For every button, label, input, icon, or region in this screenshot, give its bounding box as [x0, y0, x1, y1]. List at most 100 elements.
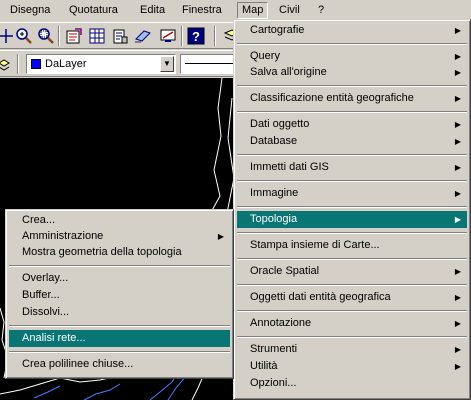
submenu-arrow-icon: ▶ [217, 232, 224, 241]
map-menu-item-stampa-insieme[interactable]: Stampa insieme di Carte... [237, 237, 467, 254]
submenu-arrow-icon: ▶ [454, 94, 461, 103]
submenu-arrow-icon: ▶ [454, 293, 461, 302]
color-combo-value: DaLayer [45, 58, 87, 70]
menu-item-label: Stampa insieme di Carte... [250, 239, 380, 251]
color-combo[interactable]: DaLayer ▼ [26, 54, 176, 74]
menu-edita[interactable]: Edita [136, 2, 169, 19]
menu-bar: Disegna Quotatura Edita Finestra Map Civ… [0, 0, 471, 20]
menu-item-label: Amministrazione [22, 230, 104, 242]
topology-item-crea-polilinee[interactable]: Crea polilinee chiuse... [9, 356, 230, 373]
menu-item-label: Salva all'origine [250, 66, 327, 78]
toolbar-separator [214, 26, 216, 46]
linetype-combo[interactable] [180, 54, 240, 74]
map-menu: Cartografie ▶ Query ▶ Salva all'origine ▶ C… [233, 19, 471, 400]
menu-item-label: Topologia [250, 213, 298, 225]
submenu-arrow-icon: ▶ [454, 267, 461, 276]
make-object-layer-icon[interactable] [0, 54, 14, 74]
map-menu-item-dati-oggetto[interactable]: Dati oggetto ▶ [237, 116, 467, 133]
menu-item-label: Utilità [250, 360, 278, 372]
submenu-arrow-icon: ▶ [454, 319, 461, 328]
design-center-icon[interactable] [87, 26, 107, 46]
menu-item-label: Cartografie [250, 24, 305, 36]
publish-icon[interactable] [133, 26, 153, 46]
menu-separator [237, 258, 467, 260]
map-menu-item-oggetti-dati[interactable]: Oggetti dati entità geografica ▶ [237, 289, 467, 306]
map-menu-item-database[interactable]: Database ▶ [237, 133, 467, 150]
map-menu-item-utilita[interactable]: Utilità ▶ [237, 358, 467, 375]
tool-palettes-icon[interactable] [110, 26, 130, 46]
menu-map[interactable]: Map [237, 2, 269, 19]
menu-separator [237, 180, 467, 182]
map-menu-item-immetti-dati-gis[interactable]: Immetti dati GIS ▶ [237, 159, 467, 176]
topology-item-mostra-geometria[interactable]: Mostra geometria della topologia [9, 244, 230, 261]
submenu-arrow-icon: ▶ [454, 345, 461, 354]
submenu-arrow-icon: ▶ [454, 137, 461, 146]
submenu-arrow-icon: ▶ [454, 215, 461, 224]
properties-toolbar: DaLayer ▼ [0, 50, 240, 77]
menu-item-label: Database [250, 135, 298, 147]
menu-item-label: Annotazione [250, 317, 312, 329]
menu-finestra[interactable]: Finestra [178, 2, 226, 19]
topology-item-analisi-rete[interactable]: Analisi rete... [9, 330, 230, 347]
menu-item-label: Oracle Spatial [250, 265, 320, 277]
help-icon[interactable]: ? [186, 26, 206, 46]
submenu-arrow-icon: ▶ [454, 68, 461, 77]
submenu-arrow-icon: ▶ [454, 163, 461, 172]
menu-disegna[interactable]: Disegna [6, 2, 54, 19]
topology-item-overlay[interactable]: Overlay... [9, 270, 230, 287]
topology-item-crea[interactable]: Crea... [9, 212, 230, 229]
menu-item-label: Dissolvi... [22, 306, 70, 318]
map-menu-item-strumenti[interactable]: Strumenti ▶ [237, 341, 467, 358]
menu-separator [237, 85, 467, 87]
menu-separator [9, 351, 230, 353]
map-menu-item-classificazione[interactable]: Classificazione entità geografiche ▶ [237, 90, 467, 107]
zoom-realtime-icon[interactable] [14, 26, 34, 46]
chevron-down-icon[interactable]: ▼ [160, 56, 174, 72]
menu-item-label: Strumenti [250, 343, 298, 355]
menu-help[interactable]: ? [314, 2, 328, 19]
map-menu-item-opzioni[interactable]: Opzioni... [237, 375, 467, 392]
topology-item-buffer[interactable]: Buffer... [9, 287, 230, 304]
markup-icon[interactable] [158, 26, 178, 46]
menu-item-label: Buffer... [22, 289, 60, 301]
menu-separator [9, 325, 230, 327]
svg-text:?: ? [192, 29, 200, 44]
menu-item-label: Analisi rete... [22, 332, 86, 344]
topology-item-amministrazione[interactable]: Amministrazione ▶ [9, 228, 230, 245]
menu-item-label: Oggetti dati entità geografica [250, 291, 391, 303]
menu-item-label: Mostra geometria della topologia [22, 246, 182, 258]
menu-item-label: Dati oggetto [250, 118, 310, 130]
menu-quotatura[interactable]: Quotatura [65, 2, 122, 19]
map-menu-item-topologia[interactable]: Topologia ▶ [237, 211, 467, 228]
map-menu-item-query[interactable]: Query ▶ [237, 48, 467, 65]
toolbar-separator [58, 26, 60, 46]
menu-separator [237, 232, 467, 234]
submenu-arrow-icon: ▶ [454, 362, 461, 371]
menu-item-label: Classificazione entità geografiche [250, 92, 414, 104]
submenu-arrow-icon: ▶ [454, 52, 461, 61]
standard-toolbar: ? [0, 22, 241, 49]
submenu-arrow-icon: ▶ [454, 26, 461, 35]
map-menu-item-salva-origine[interactable]: Salva all'origine ▶ [237, 64, 467, 81]
menu-item-label: Immagine [250, 187, 299, 199]
menu-item-label: Query [250, 50, 280, 62]
topology-submenu: Crea... Amministrazione ▶ Mostra geometri… [5, 209, 234, 379]
menu-separator [237, 310, 467, 312]
menu-civil[interactable]: Civil [275, 2, 304, 19]
menu-item-label: Opzioni... [250, 377, 297, 389]
map-menu-item-oracle-spatial[interactable]: Oracle Spatial ▶ [237, 263, 467, 280]
map-menu-item-cartografie[interactable]: Cartografie ▶ [237, 22, 467, 39]
menu-item-label: Overlay... [22, 272, 69, 284]
toolbar-separator [181, 26, 183, 46]
submenu-arrow-icon: ▶ [454, 189, 461, 198]
map-menu-item-annotazione[interactable]: Annotazione ▶ [237, 315, 467, 332]
menu-separator [237, 336, 467, 338]
zoom-window-icon[interactable] [36, 26, 56, 46]
menu-item-label: Crea polilinee chiuse... [22, 358, 134, 370]
map-menu-item-immagine[interactable]: Immagine ▶ [237, 185, 467, 202]
menu-item-label: Crea... [22, 214, 56, 226]
properties-icon[interactable] [64, 26, 84, 46]
menu-separator [237, 43, 467, 45]
submenu-arrow-icon: ▶ [454, 120, 461, 129]
topology-item-dissolvi[interactable]: Dissolvi... [9, 304, 230, 321]
